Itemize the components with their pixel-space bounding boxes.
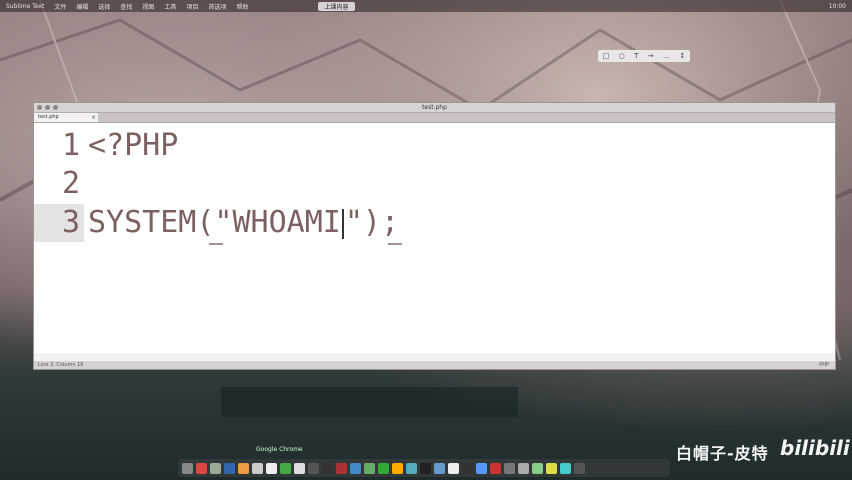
- dock-app-icon[interactable]: [448, 462, 459, 474]
- dock-app-icon[interactable]: [350, 462, 361, 474]
- menu-item-app[interactable]: Sublime Text: [6, 3, 44, 10]
- menu-item-selection[interactable]: 选择: [98, 2, 110, 11]
- status-bar: Line 3, Column 16 PHP: [34, 361, 835, 369]
- dock-app-icon[interactable]: [308, 462, 319, 474]
- dock-app-icon[interactable]: [560, 462, 571, 474]
- dock-app-icon[interactable]: [504, 462, 515, 474]
- dock-app-icon[interactable]: [252, 462, 263, 474]
- dock-app-icon[interactable]: [224, 462, 235, 474]
- background-panel: [221, 387, 518, 417]
- menu-item-file[interactable]: 文件: [54, 2, 66, 11]
- window-controls: [37, 105, 58, 110]
- dock-app-icon[interactable]: [490, 462, 501, 474]
- dock-app-icon[interactable]: [280, 462, 291, 474]
- more-tool-icon[interactable]: …: [663, 52, 670, 60]
- resize-tool-icon[interactable]: ↕: [679, 52, 685, 60]
- text-caret: [341, 208, 344, 239]
- code-after-caret: ");: [344, 205, 400, 240]
- menu-item-edit[interactable]: 编辑: [76, 2, 88, 11]
- menu-item-preferences[interactable]: 首选项: [208, 2, 226, 11]
- line-number: 1: [61, 128, 80, 163]
- status-position: Line 3, Column 16: [38, 362, 84, 368]
- menu-item-view[interactable]: 视图: [142, 2, 154, 11]
- line-number: 2: [61, 166, 80, 201]
- menu-item-tools[interactable]: 工具: [164, 2, 176, 11]
- dock-app-icon[interactable]: [434, 462, 445, 474]
- watermark-text: 白帽子-皮特: [676, 444, 769, 463]
- tab-test-php[interactable]: test.php: [34, 113, 98, 122]
- dock-app-icon[interactable]: [406, 462, 417, 474]
- code-before-caret: SYSTEM("WHOAMI: [88, 205, 341, 240]
- dock-app-icon[interactable]: [266, 462, 277, 474]
- menubar-center-tab[interactable]: 上课内容: [318, 1, 355, 11]
- dock: [178, 459, 670, 477]
- dock-tooltip: Google Chrome: [256, 446, 303, 453]
- text-tool-icon[interactable]: T: [634, 52, 638, 60]
- close-window-icon[interactable]: [37, 105, 42, 110]
- code-line-1: <?PHP: [88, 128, 179, 163]
- dock-app-icon[interactable]: [420, 462, 431, 474]
- dock-app-icon[interactable]: [476, 462, 487, 474]
- bracket-match-marker: [388, 243, 402, 245]
- editor-window: test.php test.php × 1 2 3 <?PHP SYSTEM("…: [33, 102, 836, 370]
- menubar-clock: 10:00: [828, 2, 846, 10]
- menu-item-find[interactable]: 查找: [120, 2, 132, 11]
- dock-app-icon[interactable]: [378, 462, 389, 474]
- dock-app-icon[interactable]: [294, 462, 305, 474]
- dock-app-icon[interactable]: [196, 462, 207, 474]
- window-titlebar[interactable]: test.php: [34, 103, 835, 113]
- arrow-tool-icon[interactable]: →: [648, 52, 654, 60]
- dock-app-icon[interactable]: [532, 462, 543, 474]
- dock-app-icon[interactable]: [364, 462, 375, 474]
- dock-app-icon[interactable]: [336, 462, 347, 474]
- dock-app-icon[interactable]: [546, 462, 557, 474]
- code-editor[interactable]: 1 2 3 <?PHP SYSTEM("WHOAMI ");: [34, 123, 835, 353]
- dock-app-icon[interactable]: [518, 462, 529, 474]
- menu-item-help[interactable]: 帮助: [236, 2, 248, 11]
- tab-label: test.php: [38, 114, 59, 120]
- dock-app-icon[interactable]: [574, 462, 585, 474]
- dock-app-icon[interactable]: [238, 462, 249, 474]
- dock-app-icon[interactable]: [182, 462, 193, 474]
- tab-close-icon[interactable]: ×: [91, 113, 96, 122]
- dock-app-icon[interactable]: [210, 462, 221, 474]
- line-gutter: 1 2 3: [34, 123, 84, 353]
- status-syntax[interactable]: PHP: [819, 361, 829, 369]
- tab-bar: test.php ×: [34, 113, 835, 123]
- dock-app-icon[interactable]: [392, 462, 403, 474]
- menu-bar: Sublime Text 文件 编辑 选择 查找 视图 工具 项目 首选项 帮助…: [0, 0, 852, 12]
- window-title: test.php: [422, 104, 447, 111]
- annotation-toolbar: □ ○ T → … ↕: [598, 50, 690, 62]
- zoom-window-icon[interactable]: [53, 105, 58, 110]
- menu-item-project[interactable]: 项目: [186, 2, 198, 11]
- minimize-window-icon[interactable]: [45, 105, 50, 110]
- dock-app-icon[interactable]: [462, 462, 473, 474]
- bracket-match-marker: [209, 243, 223, 245]
- bilibili-logo: bilibili: [780, 436, 850, 460]
- ellipse-tool-icon[interactable]: ○: [619, 52, 625, 60]
- line-number: 3: [61, 205, 80, 240]
- rect-tool-icon[interactable]: □: [603, 52, 610, 60]
- code-line-3: SYSTEM("WHOAMI ");: [88, 205, 399, 240]
- dock-app-icon[interactable]: [322, 462, 333, 474]
